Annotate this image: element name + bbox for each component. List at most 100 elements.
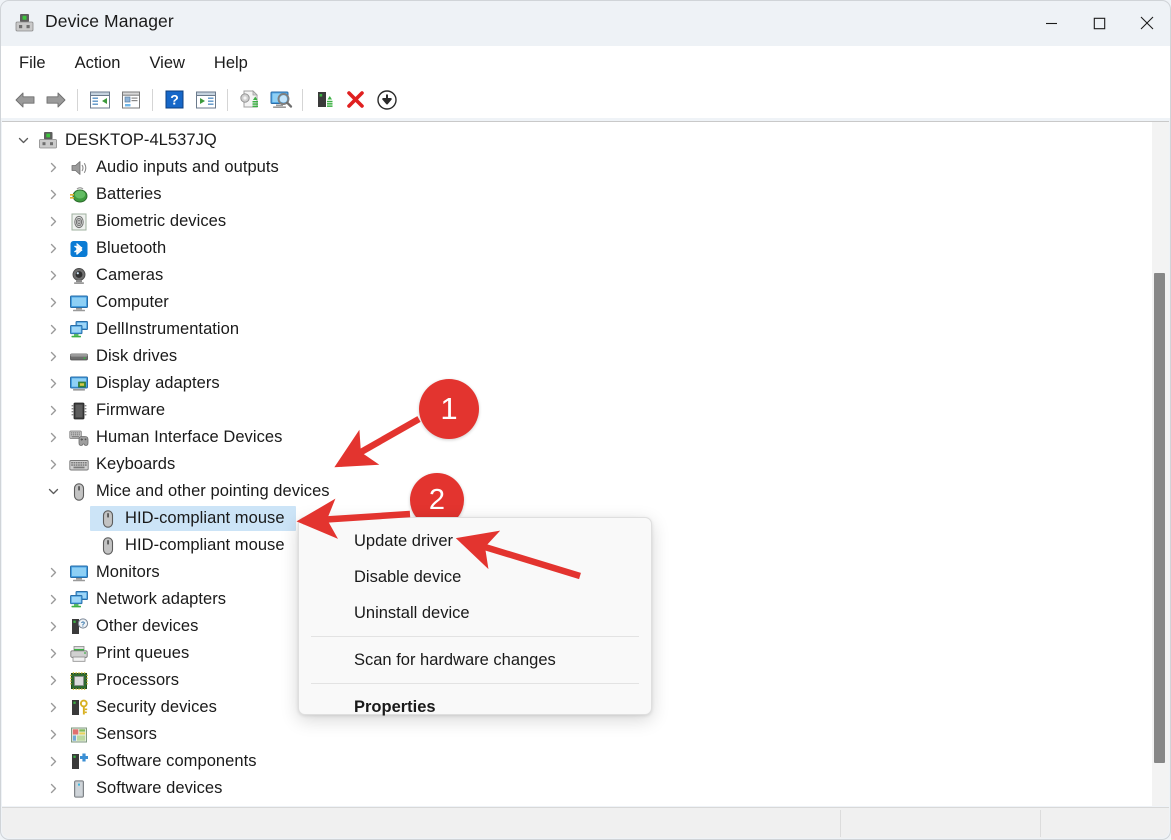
tree-node-label: Biometric devices (96, 208, 226, 235)
tree-node-label: Software devices (96, 775, 222, 802)
tree-node-disk-drives[interactable]: Disk drives (2, 343, 1142, 370)
vertical-scrollbar-thumb[interactable] (1154, 273, 1165, 763)
maximize-button[interactable] (1075, 0, 1123, 46)
tree-node-cameras[interactable]: Cameras (2, 262, 1142, 289)
tree-node-batteries[interactable]: Batteries (2, 181, 1142, 208)
network-monitors-icon (69, 320, 89, 340)
software-device-icon (69, 779, 89, 799)
tree-node-label: Processors (96, 667, 179, 694)
context-menu-separator (311, 683, 639, 684)
firmware-chip-icon (69, 401, 89, 421)
tree-node-dellinstrumentation[interactable]: DellInstrumentation (2, 316, 1142, 343)
chevron-down-icon[interactable] (44, 478, 62, 505)
chevron-right-icon[interactable] (44, 559, 62, 586)
tree-node-computer[interactable]: Computer (2, 289, 1142, 316)
menu-view[interactable]: View (138, 51, 195, 76)
menu-bar: File Action View Help (1, 46, 1170, 81)
tree-node-software-devices[interactable]: Software devices (2, 775, 1142, 802)
device-manager-icon (14, 13, 35, 34)
chevron-right-icon[interactable] (44, 208, 62, 235)
tree-node-label: Firmware (96, 397, 165, 424)
chevron-right-icon[interactable] (44, 775, 62, 802)
tree-node-bluetooth[interactable]: Bluetooth (2, 235, 1142, 262)
menu-file[interactable]: File (8, 51, 57, 76)
minimize-button[interactable] (1027, 0, 1075, 46)
forward-icon[interactable] (40, 85, 71, 114)
fingerprint-icon (69, 212, 89, 232)
tree-node-firmware[interactable]: Firmware (2, 397, 1142, 424)
context-menu-item-update-driver[interactable]: Update driver (299, 523, 651, 559)
tree-node-biometric[interactable]: Biometric devices (2, 208, 1142, 235)
chevron-right-icon[interactable] (44, 370, 62, 397)
chevron-right-icon[interactable] (44, 235, 62, 262)
tree-node-label: Computer (96, 289, 169, 316)
chevron-right-icon[interactable] (44, 397, 62, 424)
uninstall-device-icon[interactable] (340, 85, 371, 114)
chevron-right-icon[interactable] (44, 262, 62, 289)
back-icon[interactable] (9, 85, 40, 114)
chevron-right-icon[interactable] (44, 424, 62, 451)
context-menu-item-properties[interactable]: Properties (299, 689, 651, 725)
properties-icon[interactable] (115, 85, 146, 114)
context-menu-item-scan-for-hardware-changes[interactable]: Scan for hardware changes (299, 642, 651, 678)
bluetooth-icon (69, 239, 89, 259)
camera-icon (69, 266, 89, 286)
context-menu-item-uninstall-device[interactable]: Uninstall device (299, 595, 651, 631)
battery-icon (69, 185, 89, 205)
chevron-right-icon[interactable] (44, 586, 62, 613)
tree-node-label: Keyboards (96, 451, 175, 478)
tree-node-software-components[interactable]: Software components (2, 748, 1142, 775)
network-monitors-icon (69, 590, 89, 610)
chevron-right-icon[interactable] (44, 721, 62, 748)
update-driver-icon[interactable] (234, 85, 265, 114)
disable-device-icon[interactable] (371, 85, 402, 114)
tree-node-desktop[interactable]: DESKTOP-4L537JQ (2, 127, 1142, 154)
tree-node-label: Batteries (96, 181, 162, 208)
status-bar (2, 807, 1169, 838)
display-adapter-icon (69, 374, 89, 394)
chevron-right-icon[interactable] (44, 451, 62, 478)
tree-node-label: Network adapters (96, 586, 226, 613)
context-menu-separator (311, 636, 639, 637)
tree-node-sensors[interactable]: Sensors (2, 721, 1142, 748)
menu-action[interactable]: Action (64, 51, 132, 76)
chevron-right-icon[interactable] (44, 667, 62, 694)
vertical-scrollbar-track[interactable] (1152, 122, 1169, 806)
menu-help[interactable]: Help (203, 51, 259, 76)
chevron-down-icon[interactable] (14, 127, 32, 154)
show-hide-console-tree-icon[interactable] (84, 85, 115, 114)
enable-device-icon[interactable] (309, 85, 340, 114)
tree-node-audio[interactable]: Audio inputs and outputs (2, 154, 1142, 181)
chevron-right-icon[interactable] (44, 694, 62, 721)
keyboard-icon (69, 455, 89, 475)
tree-node-mice[interactable]: Mice and other pointing devices (2, 478, 1142, 505)
annotation-badge-1: 1 (419, 379, 479, 439)
tree-node-label: Security devices (96, 694, 217, 721)
tree-node-hid[interactable]: Human Interface Devices (2, 424, 1142, 451)
speaker-icon (69, 158, 89, 178)
chevron-right-icon[interactable] (44, 181, 62, 208)
show-action-pane-icon[interactable] (190, 85, 221, 114)
tree-node-label: Cameras (96, 262, 163, 289)
toolbar-separator (302, 89, 303, 111)
chevron-right-icon[interactable] (44, 748, 62, 775)
tree-node-display-adapters[interactable]: Display adapters (2, 370, 1142, 397)
status-bar-divider-2 (1040, 810, 1041, 837)
chevron-right-icon[interactable] (44, 316, 62, 343)
scan-for-hardware-changes-icon[interactable] (265, 85, 296, 114)
chevron-right-icon[interactable] (44, 343, 62, 370)
close-button[interactable] (1123, 0, 1171, 46)
sensors-icon (69, 725, 89, 745)
tree-node-keyboards[interactable]: Keyboards (2, 451, 1142, 478)
disk-drive-icon (69, 347, 89, 367)
chevron-right-icon[interactable] (44, 154, 62, 181)
chevron-right-icon[interactable] (44, 289, 62, 316)
mouse-icon (69, 482, 89, 502)
chevron-right-icon[interactable] (44, 613, 62, 640)
context-menu-item-disable-device[interactable]: Disable device (299, 559, 651, 595)
computer-root-icon (38, 131, 58, 151)
help-icon[interactable]: ? (159, 85, 190, 114)
toolbar-separator (227, 89, 228, 111)
chevron-right-icon[interactable] (44, 640, 62, 667)
tree-node-label: Print queues (96, 640, 189, 667)
